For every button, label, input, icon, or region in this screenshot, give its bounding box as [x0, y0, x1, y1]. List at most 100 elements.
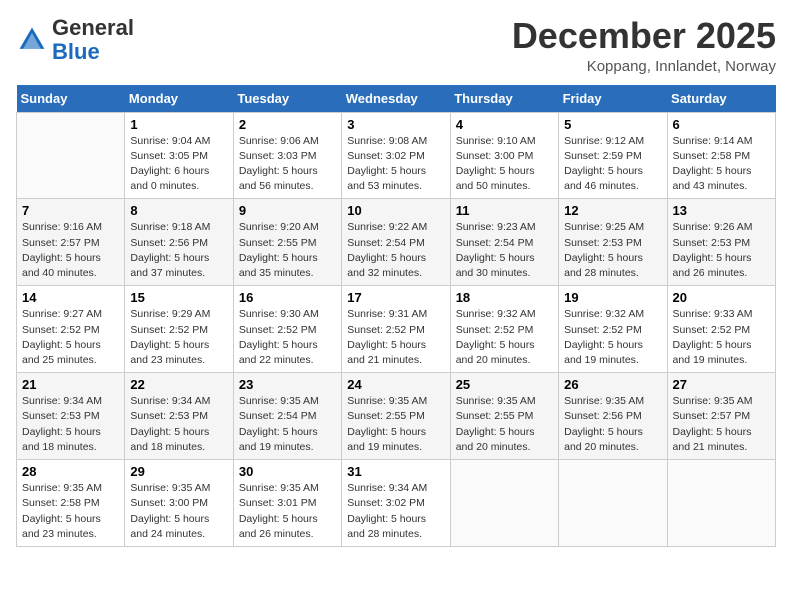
day-number: 29 — [130, 464, 227, 479]
day-info: Sunrise: 9:25 AM Sunset: 2:53 PM Dayligh… — [564, 220, 661, 281]
calendar-cell — [667, 460, 775, 547]
calendar-cell: 2 Sunrise: 9:06 AM Sunset: 3:03 PM Daylig… — [233, 112, 341, 199]
day-info: Sunrise: 9:35 AM Sunset: 2:56 PM Dayligh… — [564, 394, 661, 455]
calendar-header-saturday: Saturday — [667, 85, 775, 113]
calendar-cell — [17, 112, 125, 199]
logo-icon — [16, 24, 48, 56]
calendar-cell: 21 Sunrise: 9:34 AM Sunset: 2:53 PM Dayli… — [17, 373, 125, 460]
day-number: 14 — [22, 290, 119, 305]
day-info: Sunrise: 9:22 AM Sunset: 2:54 PM Dayligh… — [347, 220, 444, 281]
calendar-cell: 5 Sunrise: 9:12 AM Sunset: 2:59 PM Daylig… — [559, 112, 667, 199]
calendar-header-thursday: Thursday — [450, 85, 558, 113]
day-number: 10 — [347, 203, 444, 218]
calendar-cell: 23 Sunrise: 9:35 AM Sunset: 2:54 PM Dayli… — [233, 373, 341, 460]
day-info: Sunrise: 9:32 AM Sunset: 2:52 PM Dayligh… — [456, 307, 553, 368]
calendar-cell: 9Sunrise: 9:20 AM Sunset: 2:55 PM Daylig… — [233, 199, 341, 286]
day-number: 30 — [239, 464, 336, 479]
logo-text: General Blue — [52, 16, 134, 64]
day-info: Sunrise: 9:18 AM Sunset: 2:56 PM Dayligh… — [130, 220, 227, 281]
calendar-cell: 16Sunrise: 9:30 AM Sunset: 2:52 PM Dayli… — [233, 286, 341, 373]
calendar-cell: 20Sunrise: 9:33 AM Sunset: 2:52 PM Dayli… — [667, 286, 775, 373]
logo-blue: Blue — [52, 39, 100, 64]
day-number: 23 — [239, 377, 336, 392]
day-number: 18 — [456, 290, 553, 305]
day-number: 11 — [456, 203, 553, 218]
day-info: Sunrise: 9:10 AM Sunset: 3:00 PM Dayligh… — [456, 134, 553, 195]
calendar-header-tuesday: Tuesday — [233, 85, 341, 113]
day-info: Sunrise: 9:34 AM Sunset: 3:02 PM Dayligh… — [347, 481, 444, 542]
calendar-cell — [559, 460, 667, 547]
calendar-cell: 14 Sunrise: 9:27 AM Sunset: 2:52 PM Dayli… — [17, 286, 125, 373]
calendar-cell: 10 Sunrise: 9:22 AM Sunset: 2:54 PM Dayli… — [342, 199, 450, 286]
day-info: Sunrise: 9:35 AM Sunset: 2:54 PM Dayligh… — [239, 394, 336, 455]
calendar-cell: 17 Sunrise: 9:31 AM Sunset: 2:52 PM Dayli… — [342, 286, 450, 373]
calendar-cell: 24 Sunrise: 9:35 AM Sunset: 2:55 PM Dayli… — [342, 373, 450, 460]
day-number: 12 — [564, 203, 661, 218]
day-info: Sunrise: 9:32 AM Sunset: 2:52 PM Dayligh… — [564, 307, 661, 368]
day-number: 13 — [673, 203, 770, 218]
day-number: 15 — [130, 290, 227, 305]
calendar-header-monday: Monday — [125, 85, 233, 113]
calendar-cell: 19 Sunrise: 9:32 AM Sunset: 2:52 PM Dayli… — [559, 286, 667, 373]
calendar-table: SundayMondayTuesdayWednesdayThursdayFrid… — [16, 85, 776, 547]
day-info: Sunrise: 9:27 AM Sunset: 2:52 PM Dayligh… — [22, 307, 119, 368]
day-info: Sunrise: 9:29 AM Sunset: 2:52 PM Dayligh… — [130, 307, 227, 368]
day-info: Sunrise: 9:35 AM Sunset: 2:55 PM Dayligh… — [347, 394, 444, 455]
day-number: 8 — [130, 203, 227, 218]
day-number: 26 — [564, 377, 661, 392]
day-info: Sunrise: 9:30 AM Sunset: 2:52 PM Dayligh… — [239, 307, 336, 368]
calendar-cell: 4 Sunrise: 9:10 AM Sunset: 3:00 PM Daylig… — [450, 112, 558, 199]
day-number: 17 — [347, 290, 444, 305]
calendar-cell: 25 Sunrise: 9:35 AM Sunset: 2:55 PM Dayli… — [450, 373, 558, 460]
day-number: 2 — [239, 117, 336, 132]
day-number: 31 — [347, 464, 444, 479]
calendar-header-wednesday: Wednesday — [342, 85, 450, 113]
calendar-week-3: 14 Sunrise: 9:27 AM Sunset: 2:52 PM Dayli… — [17, 286, 776, 373]
day-info: Sunrise: 9:34 AM Sunset: 2:53 PM Dayligh… — [130, 394, 227, 455]
day-info: Sunrise: 9:31 AM Sunset: 2:52 PM Dayligh… — [347, 307, 444, 368]
day-number: 6 — [673, 117, 770, 132]
calendar-cell: 29 Sunrise: 9:35 AM Sunset: 3:00 PM Dayli… — [125, 460, 233, 547]
day-info: Sunrise: 9:35 AM Sunset: 2:58 PM Dayligh… — [22, 481, 119, 542]
day-number: 3 — [347, 117, 444, 132]
day-number: 19 — [564, 290, 661, 305]
calendar-cell: 6 Sunrise: 9:14 AM Sunset: 2:58 PM Daylig… — [667, 112, 775, 199]
day-info: Sunrise: 9:35 AM Sunset: 2:55 PM Dayligh… — [456, 394, 553, 455]
day-info: Sunrise: 9:12 AM Sunset: 2:59 PM Dayligh… — [564, 134, 661, 195]
day-number: 9 — [239, 203, 336, 218]
day-info: Sunrise: 9:04 AM Sunset: 3:05 PM Dayligh… — [130, 134, 227, 195]
calendar-cell: 27Sunrise: 9:35 AM Sunset: 2:57 PM Dayli… — [667, 373, 775, 460]
calendar-cell: 30 Sunrise: 9:35 AM Sunset: 3:01 PM Dayli… — [233, 460, 341, 547]
calendar-cell: 28 Sunrise: 9:35 AM Sunset: 2:58 PM Dayli… — [17, 460, 125, 547]
day-info: Sunrise: 9:34 AM Sunset: 2:53 PM Dayligh… — [22, 394, 119, 455]
logo: General Blue — [16, 16, 134, 64]
day-info: Sunrise: 9:23 AM Sunset: 2:54 PM Dayligh… — [456, 220, 553, 281]
day-info: Sunrise: 9:16 AM Sunset: 2:57 PM Dayligh… — [22, 220, 119, 281]
month-title: December 2025 — [512, 16, 776, 56]
day-number: 22 — [130, 377, 227, 392]
day-number: 28 — [22, 464, 119, 479]
day-number: 24 — [347, 377, 444, 392]
day-number: 20 — [673, 290, 770, 305]
day-info: Sunrise: 9:35 AM Sunset: 3:00 PM Dayligh… — [130, 481, 227, 542]
calendar-cell: 31 Sunrise: 9:34 AM Sunset: 3:02 PM Dayli… — [342, 460, 450, 547]
day-info: Sunrise: 9:06 AM Sunset: 3:03 PM Dayligh… — [239, 134, 336, 195]
calendar-week-2: 7Sunrise: 9:16 AM Sunset: 2:57 PM Daylig… — [17, 199, 776, 286]
calendar-header-sunday: Sunday — [17, 85, 125, 113]
day-number: 4 — [456, 117, 553, 132]
calendar-week-1: 1Sunrise: 9:04 AM Sunset: 3:05 PM Daylig… — [17, 112, 776, 199]
day-info: Sunrise: 9:14 AM Sunset: 2:58 PM Dayligh… — [673, 134, 770, 195]
calendar-week-4: 21 Sunrise: 9:34 AM Sunset: 2:53 PM Dayli… — [17, 373, 776, 460]
calendar-header-friday: Friday — [559, 85, 667, 113]
day-info: Sunrise: 9:35 AM Sunset: 3:01 PM Dayligh… — [239, 481, 336, 542]
day-number: 25 — [456, 377, 553, 392]
day-number: 21 — [22, 377, 119, 392]
calendar-cell: 8 Sunrise: 9:18 AM Sunset: 2:56 PM Daylig… — [125, 199, 233, 286]
day-number: 27 — [673, 377, 770, 392]
calendar-cell: 3Sunrise: 9:08 AM Sunset: 3:02 PM Daylig… — [342, 112, 450, 199]
calendar-cell: 15 Sunrise: 9:29 AM Sunset: 2:52 PM Dayli… — [125, 286, 233, 373]
calendar-cell — [450, 460, 558, 547]
calendar-cell: 1Sunrise: 9:04 AM Sunset: 3:05 PM Daylig… — [125, 112, 233, 199]
day-number: 5 — [564, 117, 661, 132]
page-header: General Blue December 2025 Koppang, Innl… — [16, 16, 776, 75]
